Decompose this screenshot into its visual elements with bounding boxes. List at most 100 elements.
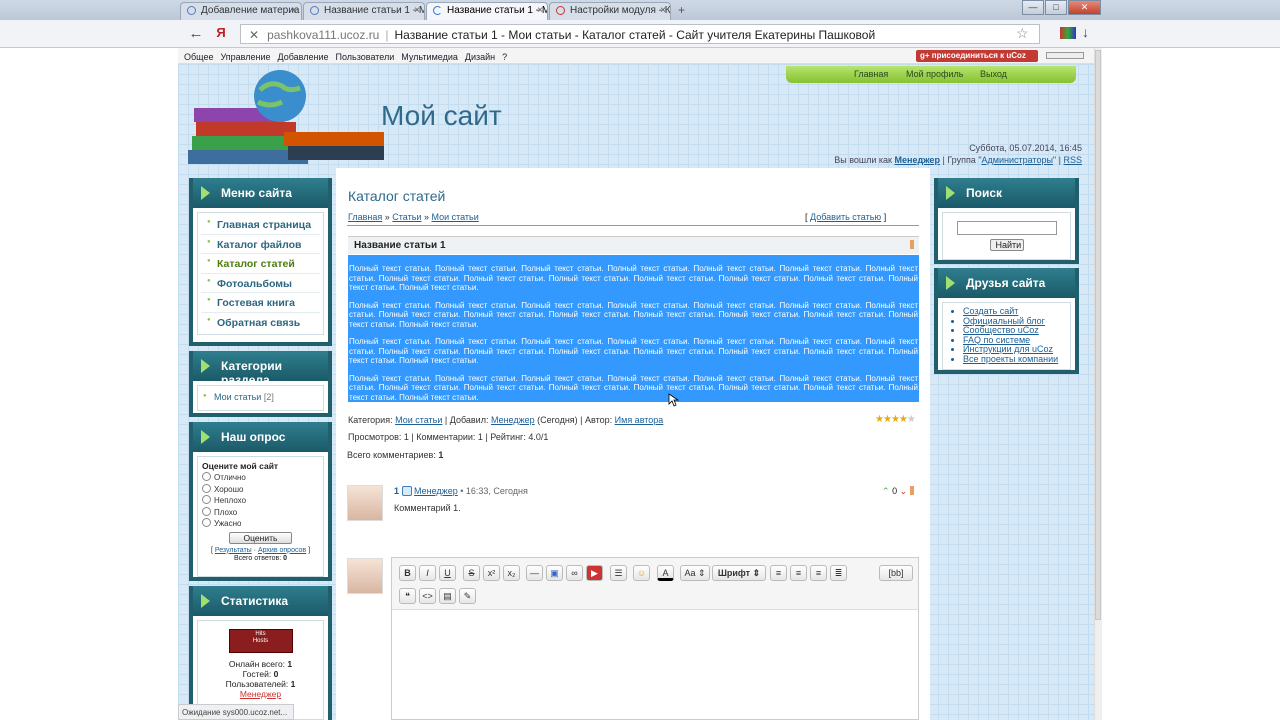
search-input[interactable]	[956, 221, 1057, 235]
align-justify-icon[interactable]: ≣	[830, 565, 847, 581]
comment-user-link[interactable]: Менеджер	[414, 486, 458, 496]
yandex-icon[interactable]: Я	[211, 25, 231, 43]
link-icon[interactable]: ∞	[566, 565, 583, 581]
tab-3-active[interactable]: Название статьи 1 - М ×	[426, 2, 548, 20]
radio-button[interactable]	[202, 506, 211, 516]
friend-link[interactable]: Все проекты компании	[963, 354, 1066, 365]
search-button[interactable]: Найти	[989, 239, 1024, 251]
poll-results-link[interactable]: Результаты	[215, 547, 252, 554]
new-tab-button[interactable]: +	[678, 3, 685, 17]
vote-button[interactable]: Оценить	[228, 531, 293, 544]
topnav-home[interactable]: Главная	[854, 69, 888, 79]
vote-up-icon[interactable]: ⌃	[882, 486, 890, 496]
format-clear-icon[interactable]: ✎	[459, 588, 476, 604]
menu-item-feedback[interactable]: Обратная связь	[201, 313, 320, 333]
minimize-button[interactable]: —	[1022, 0, 1044, 15]
user-link[interactable]: Менеджер	[895, 155, 940, 165]
download-icon[interactable]: ↓	[1082, 24, 1089, 40]
breadcrumb-articles[interactable]: Статьи	[392, 212, 421, 222]
bbcode-button[interactable]: [bb]	[879, 565, 913, 581]
breadcrumb-home[interactable]: Главная	[348, 212, 382, 222]
comment-textarea[interactable]	[392, 611, 918, 719]
ucoz-menu-manage[interactable]: Управление	[220, 52, 270, 62]
strike-button[interactable]: S	[463, 565, 480, 581]
article-author-link[interactable]: Имя автора	[615, 415, 664, 425]
tab-2[interactable]: Название статьи 1 - М ×	[303, 2, 425, 20]
list-icon[interactable]: ☰	[610, 565, 627, 581]
poll-option[interactable]: Отлично	[202, 472, 319, 484]
user-info-icon[interactable]	[401, 486, 412, 496]
rss-link[interactable]: RSS	[1063, 155, 1082, 165]
superscript-button[interactable]: x²	[483, 565, 500, 581]
spoiler-icon[interactable]: ▤	[439, 588, 456, 604]
ucoz-menu-design[interactable]: Дизайн	[465, 52, 495, 62]
join-ucoz-button[interactable]: g+ присоединиться к uCoz	[916, 50, 1038, 62]
breadcrumb-my-articles[interactable]: Мои статьи	[431, 212, 478, 222]
close-icon[interactable]: ×	[291, 5, 297, 16]
article-text-selected[interactable]: Полный текст статьи. Полный текст статьи…	[348, 255, 919, 402]
back-icon[interactable]: ←	[186, 25, 206, 43]
vote-down-icon[interactable]: ⌄	[900, 486, 908, 496]
star-icon[interactable]: ☆	[1016, 25, 1029, 42]
ucoz-menu-multimedia[interactable]: Мультимедиа	[401, 52, 458, 62]
maximize-button[interactable]: □	[1045, 0, 1067, 15]
add-article-link[interactable]: Добавить статью	[810, 212, 881, 222]
ucoz-bar-toggle[interactable]	[1046, 52, 1084, 59]
close-icon[interactable]: ×	[414, 5, 420, 16]
comment-number[interactable]: 1	[394, 486, 399, 496]
online-user-link[interactable]: Менеджер	[240, 689, 281, 699]
menu-item-photos[interactable]: Фотоальбомы	[201, 274, 320, 293]
radio-button[interactable]	[202, 483, 211, 493]
poll-option[interactable]: Плохо	[202, 506, 319, 519]
star-icon[interactable]: ★	[883, 414, 892, 425]
rating-stars[interactable]: ★★★★★	[875, 414, 916, 425]
hit-counter[interactable]: Hits Hosts	[228, 629, 293, 653]
poll-option[interactable]: Ужасно	[202, 518, 319, 530]
address-bar[interactable]: ✕ pashkova111.ucoz.ru | Название статьи 1 -…	[240, 24, 1040, 44]
hr-button[interactable]: —	[526, 565, 543, 581]
underline-button[interactable]: U	[439, 565, 456, 581]
menu-item-home[interactable]: Главная страница	[201, 215, 320, 235]
poll-archive-link[interactable]: Архив опросов	[258, 547, 306, 554]
close-window-button[interactable]: ✕	[1068, 0, 1101, 15]
poll-option[interactable]: Хорошо	[202, 483, 319, 496]
topnav-profile[interactable]: Мой профиль	[906, 69, 963, 79]
smile-icon[interactable]: ☺	[633, 565, 650, 581]
avatar[interactable]	[347, 485, 383, 521]
star-icon[interactable]: ★	[891, 414, 900, 425]
stop-icon[interactable]: ✕	[249, 28, 259, 42]
close-icon[interactable]: ×	[660, 5, 666, 16]
category-my-articles[interactable]: Мои статьи	[214, 392, 261, 402]
star-icon[interactable]: ★	[907, 414, 916, 425]
radio-button[interactable]	[202, 518, 211, 527]
font-select[interactable]: Шрифт ⇕	[712, 565, 766, 581]
star-icon[interactable]: ★	[899, 414, 908, 425]
bold-button[interactable]: B	[399, 565, 416, 581]
align-left-icon[interactable]: ≡	[770, 565, 787, 581]
italic-button[interactable]: I	[419, 565, 436, 581]
radio-button[interactable]	[202, 472, 211, 481]
menu-item-guestbook[interactable]: Гостевая книга	[201, 293, 320, 313]
font-size-select[interactable]: Aa ⇕	[680, 565, 710, 581]
align-right-icon[interactable]: ≡	[810, 565, 827, 581]
menu-item-articles[interactable]: Каталог статей	[201, 254, 320, 274]
ucoz-menu-add[interactable]: Добавление	[278, 52, 329, 62]
subscript-button[interactable]: x₂	[503, 565, 520, 581]
poll-option[interactable]: Неплохо	[202, 495, 319, 507]
scrollbar-thumb[interactable]	[1095, 50, 1101, 620]
article-added-by-link[interactable]: Менеджер	[491, 415, 535, 425]
quote-icon[interactable]: ❝	[399, 588, 416, 604]
flag-icon[interactable]	[1060, 27, 1076, 39]
star-icon[interactable]: ★	[875, 414, 884, 425]
edit-icon[interactable]	[910, 240, 914, 249]
code-icon[interactable]: <>	[419, 588, 436, 604]
text-color-icon[interactable]: A	[657, 565, 674, 581]
topnav-logout[interactable]: Выход	[980, 69, 1007, 79]
align-center-icon[interactable]: ≡	[790, 565, 807, 581]
article-category-link[interactable]: Мои статьи	[395, 415, 442, 425]
ucoz-menu-help[interactable]: ?	[502, 52, 507, 62]
close-icon[interactable]: ×	[537, 5, 543, 16]
youtube-icon[interactable]: ▶	[586, 565, 603, 581]
tab-4[interactable]: Настройки модуля - К ×	[549, 2, 671, 20]
ucoz-menu-users[interactable]: Пользователи	[336, 52, 395, 62]
